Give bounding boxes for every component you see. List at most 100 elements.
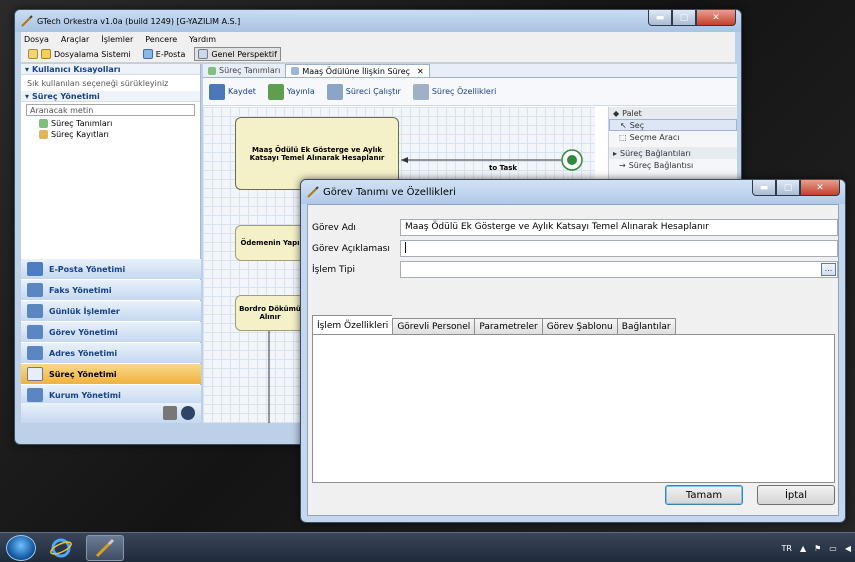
menu-pencere[interactable]: Pencere [145, 35, 177, 44]
tree-item-label: Süreç Tanımları [51, 119, 113, 128]
nav-email[interactable]: E-Posta Yönetimi [21, 259, 201, 279]
perspective-button-filing[interactable]: Dosyalama Sistemi [25, 48, 134, 60]
save-icon [209, 83, 225, 100]
task-desc-field[interactable] [400, 240, 838, 257]
email-icon [142, 49, 153, 59]
close-button[interactable]: ✕ [696, 10, 736, 26]
tab-content-panel [312, 334, 835, 483]
process-type-label: İşlem Tipi [312, 264, 355, 275]
nav-label: Faks Yönetimi [49, 285, 112, 295]
tree-item-process-records[interactable]: Süreç Kayıtları [21, 129, 200, 140]
perspective-bar: Dosyalama Sistemi E-Posta Genel Perspekt… [21, 46, 735, 63]
tab-connections[interactable]: Bağlantılar [616, 318, 676, 335]
perspective-label: Dosyalama Sistemi [54, 49, 131, 59]
palette-item-marquee[interactable]: ⬚ Seçme Aracı [609, 131, 737, 143]
taskbar-ie[interactable] [42, 535, 80, 561]
task-desc-row: Görev Açıklaması [312, 240, 838, 257]
nav-process[interactable]: Süreç Yönetimi [21, 364, 201, 384]
browse-button[interactable]: ... [821, 263, 836, 276]
menu-islemler[interactable]: İşlemler [101, 35, 133, 44]
run-process-button[interactable]: Süreci Çalıştır [326, 83, 401, 100]
menu-araclar[interactable]: Araçlar [61, 35, 89, 44]
tab-salary-process[interactable]: Maaş Ödülüne İlişkin Süreç ✕ [285, 64, 430, 77]
volume-icon[interactable]: ◀ [845, 544, 851, 553]
definition-icon [39, 119, 48, 128]
perspective-icon [198, 49, 209, 59]
nav-daily[interactable]: Günlük İşlemler [21, 301, 201, 321]
main-window-title: GTech Orkestra v1.0a (build 1249) [G-YAZ… [37, 16, 241, 26]
dialog-maximize-button[interactable]: ▢ [776, 180, 800, 196]
email-icon [27, 262, 43, 276]
dialog-close-button[interactable]: ✕ [800, 180, 840, 196]
transition-label: to Task [489, 164, 518, 172]
settings-icon[interactable] [163, 406, 177, 420]
taskbar-orkestra[interactable] [86, 534, 124, 561]
left-panel: ▾ Kullanıcı Kısayolları Sık kullanılan se… [21, 64, 201, 423]
palette-header[interactable]: ◆ Palet [609, 107, 737, 119]
perspective-button-email[interactable]: E-Posta [140, 48, 189, 60]
perspective-label: E-Posta [155, 49, 186, 59]
close-tab-icon[interactable]: ✕ [417, 67, 424, 76]
palette-item-select[interactable]: ↖ Seç [609, 119, 737, 131]
cancel-button[interactable]: İptal [757, 485, 835, 505]
shortcuts-hint: Sık kullanılan seçeneği sürükleyiniz [27, 79, 169, 88]
process-search-input[interactable]: Aranacak metin [26, 104, 195, 116]
tab-assigned-staff[interactable]: Görevli Personel [392, 318, 475, 335]
minimize-button[interactable]: ▬ [648, 10, 672, 26]
task-definition-dialog: Görev Tanımı ve Özellikleri ▬ ▢ ✕ Görev … [300, 179, 846, 523]
tab-process-properties[interactable]: İşlem Özellikleri [312, 315, 393, 335]
ok-button[interactable]: Tamam [665, 485, 743, 505]
nav-organization[interactable]: Kurum Yönetimi [21, 385, 201, 405]
nav-label: Günlük İşlemler [49, 306, 120, 316]
open-icon [28, 49, 38, 59]
menu-yardim[interactable]: Yardım [189, 35, 216, 44]
main-titlebar[interactable]: GTech Orkestra v1.0a (build 1249) [G-YAZ… [15, 10, 741, 32]
nav-fax[interactable]: Faks Yönetimi [21, 280, 201, 300]
dialog-tabs: İşlem Özellikleri Görevli Personel Param… [312, 315, 676, 335]
taskbar: TR ▲ ⚑ ▭ ◀ [0, 532, 855, 562]
folder-icon [41, 49, 51, 59]
show-hidden-icon[interactable]: ▲ [800, 544, 806, 553]
palette-icon: ◆ [613, 108, 620, 118]
publish-label: Yayınla [286, 87, 315, 96]
palette-item-connection[interactable]: → Süreç Bağlantısı [609, 159, 737, 171]
organization-icon [27, 388, 43, 402]
publish-button[interactable]: Yayınla [267, 83, 315, 100]
menu-dosya[interactable]: Dosya [24, 35, 49, 44]
maximize-button[interactable]: ▢ [672, 10, 696, 26]
perspective-label: Genel Perspektif [211, 49, 277, 59]
network-icon[interactable]: ▭ [829, 544, 837, 553]
run-icon [326, 83, 343, 100]
tree-item-process-definitions[interactable]: Süreç Tanımları [21, 118, 200, 129]
tab-parameters[interactable]: Parametreler [474, 318, 542, 335]
process-properties-button[interactable]: Süreç Özellikleri [412, 83, 496, 100]
save-button[interactable]: Kaydet [209, 83, 256, 100]
dialog-minimize-button[interactable]: ▬ [752, 180, 776, 196]
nav-task[interactable]: Görev Yönetimi [21, 322, 201, 342]
records-icon [39, 130, 48, 139]
nav-label: Kurum Yönetimi [49, 390, 121, 400]
menu-bar: Dosya Araçlar İşlemler Pencere Yardım [21, 32, 735, 46]
shortcuts-header[interactable]: ▾ Kullanıcı Kısayolları [21, 64, 200, 75]
flag-icon[interactable]: ⚑ [814, 544, 821, 553]
user-icon[interactable] [181, 406, 195, 420]
save-label: Kaydet [228, 87, 256, 96]
start-button[interactable] [6, 534, 36, 561]
dialog-title: Görev Tanımı ve Özellikleri [323, 186, 456, 198]
process-header[interactable]: ▾ Süreç Yönetimi [21, 91, 200, 102]
nav-address[interactable]: Adres Yönetimi [21, 343, 201, 363]
process-type-field[interactable]: ... [400, 261, 838, 278]
collapse-icon: ▾ [25, 91, 30, 101]
nav-label: E-Posta Yönetimi [49, 264, 126, 274]
task-name-field[interactable]: Maaş Ödülü Ek Gösterge ve Aylık Katsayı … [400, 219, 838, 236]
tab-process-definitions[interactable]: Süreç Tanımları [203, 64, 285, 77]
daily-icon [27, 304, 43, 318]
language-indicator[interactable]: TR [782, 544, 792, 553]
palette-section-header[interactable]: ▸ Süreç Bağlantıları [609, 147, 737, 159]
dialog-titlebar[interactable]: Görev Tanımı ve Özellikleri ▬ ▢ ✕ [301, 180, 845, 204]
perspective-button-general[interactable]: Genel Perspektif [194, 47, 281, 61]
cursor-icon: ↖ [620, 120, 627, 130]
tab-task-template[interactable]: Görev Şablonu [541, 318, 617, 335]
palette-section-title: Süreç Bağlantıları [620, 148, 691, 158]
text-cursor [405, 242, 406, 253]
